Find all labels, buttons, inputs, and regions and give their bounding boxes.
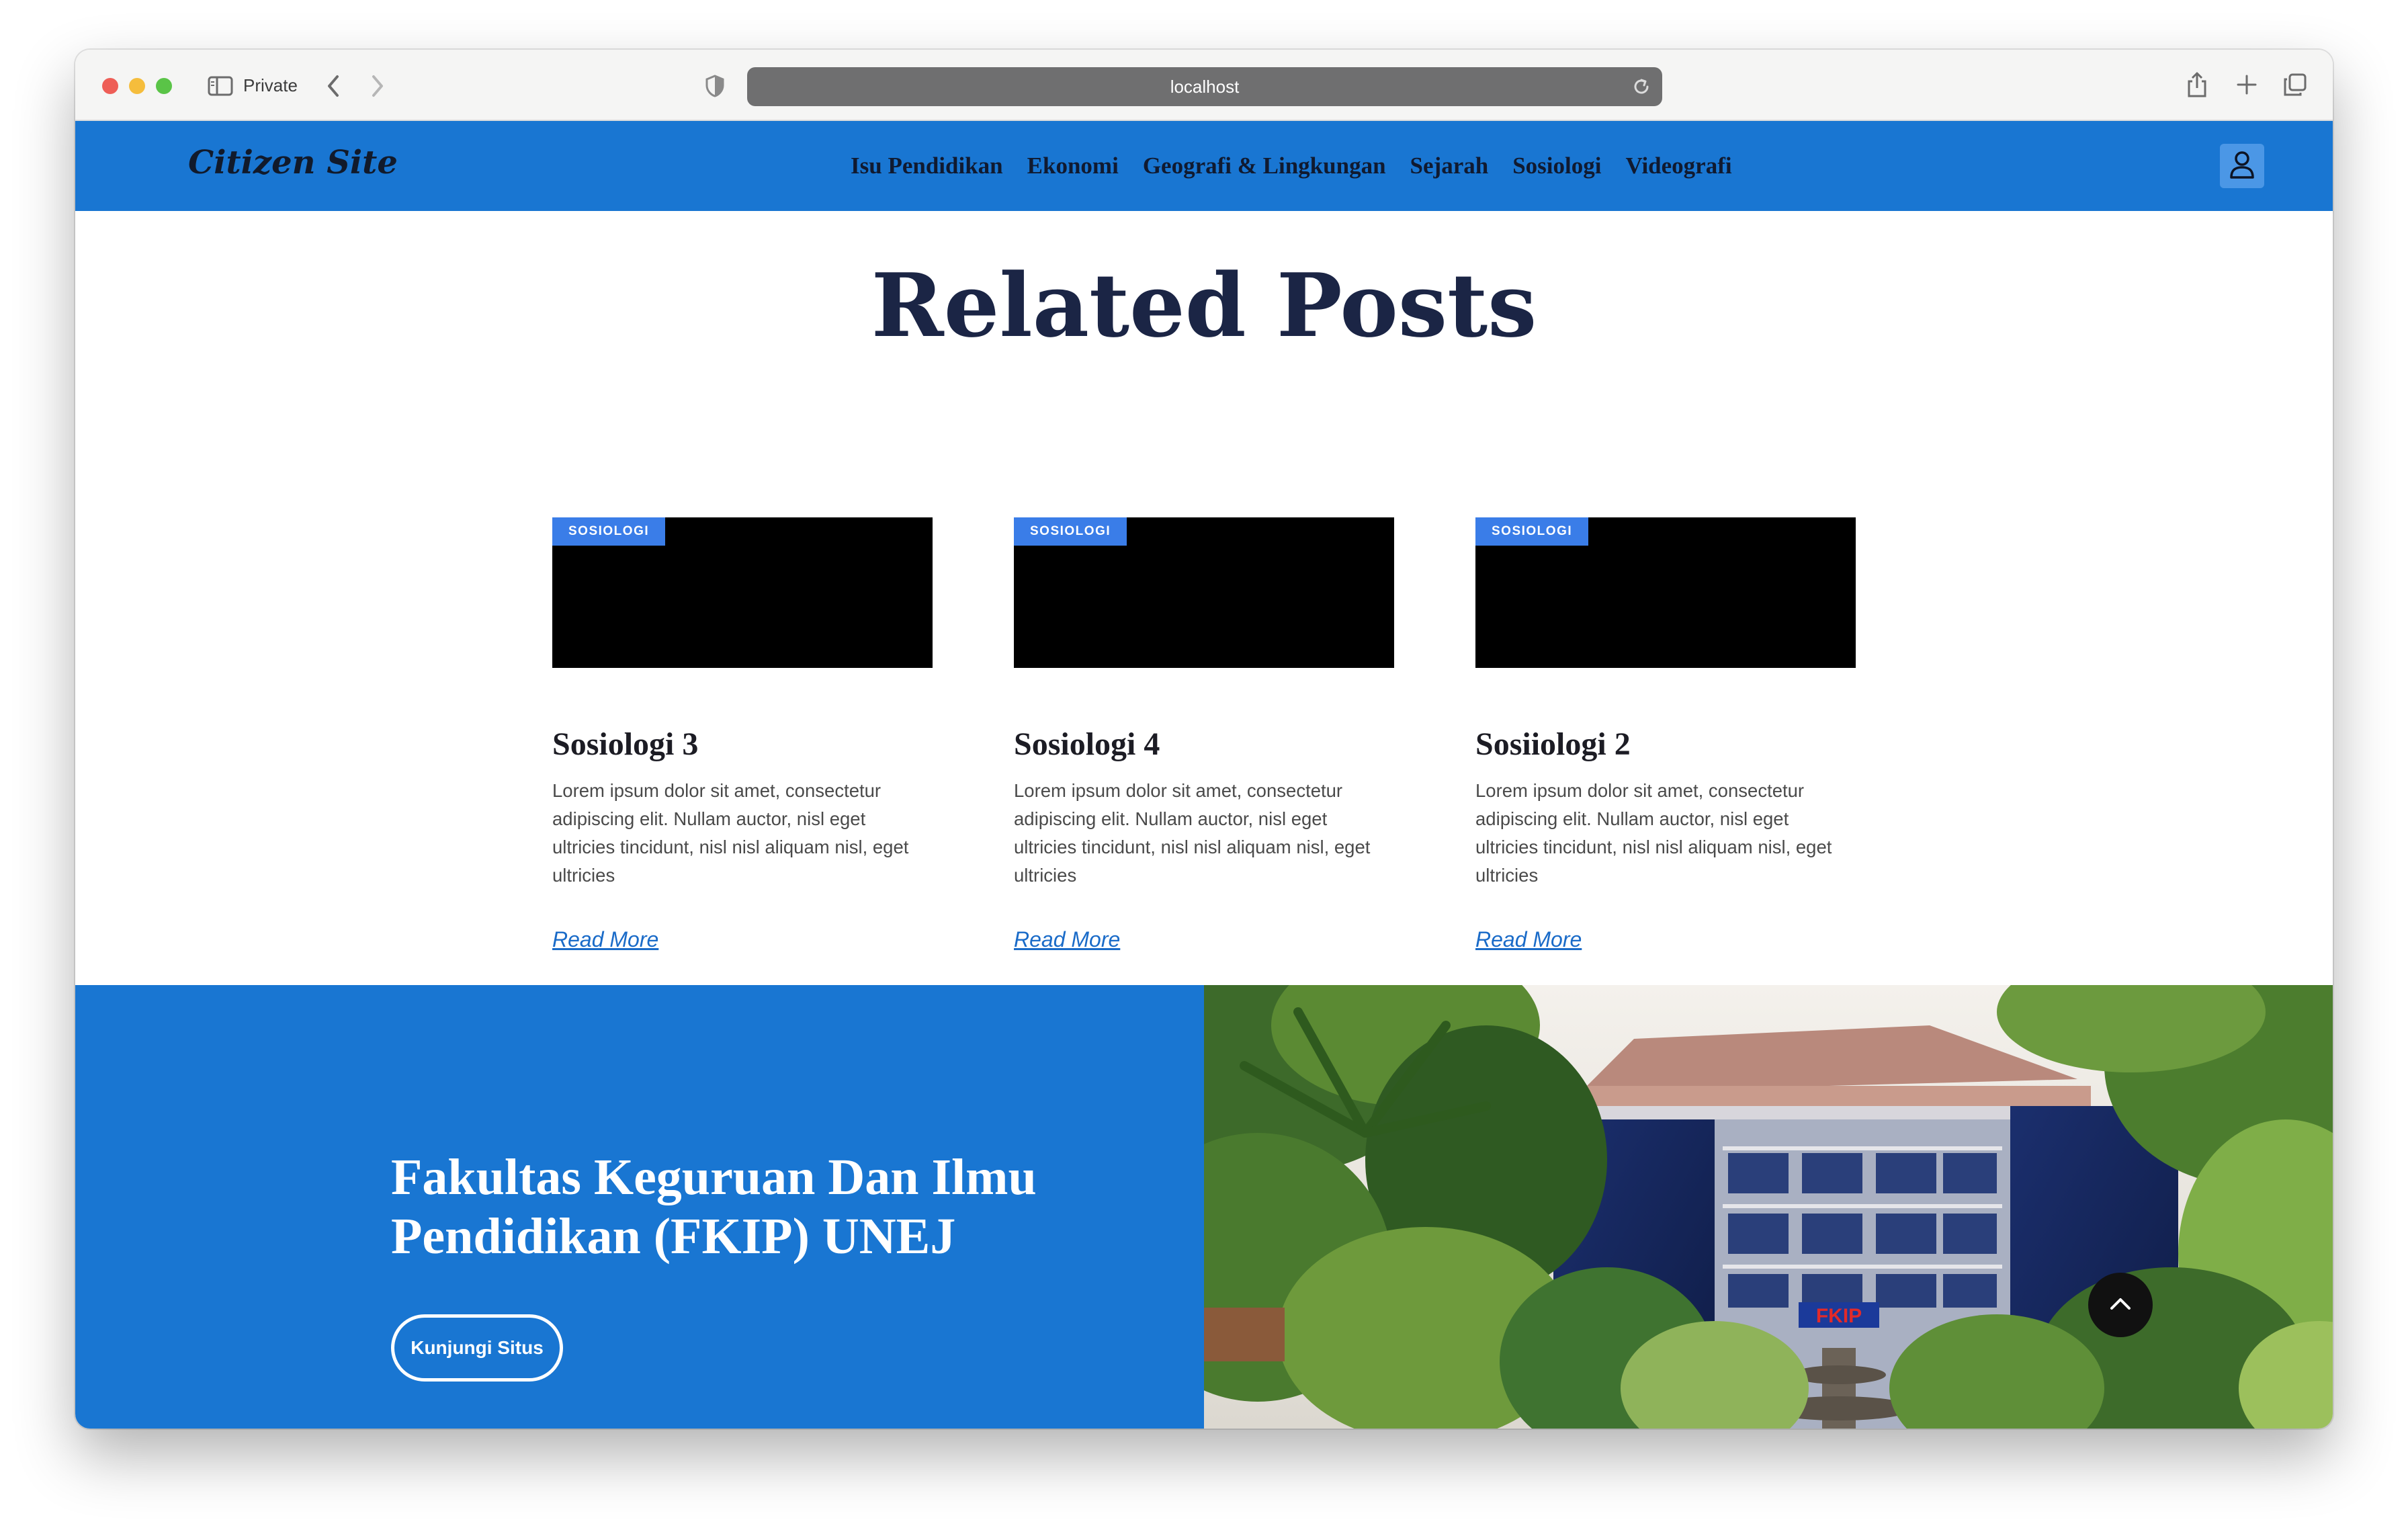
nav-isu-pendidikan[interactable]: Isu Pendidikan: [851, 151, 1003, 181]
minimize-window-button[interactable]: [129, 78, 145, 94]
related-posts-title: Related Posts: [871, 254, 1537, 357]
post-excerpt: Lorem ipsum dolor sit amet, consectetur …: [552, 780, 909, 886]
main-nav: Isu Pendidikan Ekonomi Geografi & Lingku…: [851, 151, 1732, 181]
banner-text-panel: Fakultas Keguruan Dan Ilmu Pendidikan (F…: [75, 985, 1204, 1429]
post-title[interactable]: Sosiologi 3: [552, 726, 698, 763]
browser-toolbar: Private localhost: [75, 50, 2333, 121]
read-more-link[interactable]: Read More: [1014, 927, 1120, 952]
private-label: Private: [243, 75, 298, 95]
post-excerpt: Lorem ipsum dolor sit amet, consectetur …: [1475, 780, 1832, 886]
banner-heading: Fakultas Keguruan Dan Ilmu Pendidikan (F…: [391, 1149, 1037, 1265]
nav-ekonomi[interactable]: Ekonomi: [1027, 151, 1119, 181]
site-header: Citizen Site Isu Pendidikan Ekonomi Geog…: [75, 121, 2333, 211]
nav-sosiologi[interactable]: Sosiologi: [1512, 151, 1601, 181]
read-more-link[interactable]: Read More: [552, 927, 658, 952]
fkip-sign-text: FKIP: [1816, 1305, 1862, 1327]
address-bar[interactable]: localhost: [747, 67, 1662, 106]
chevron-up-icon: [2109, 1296, 2132, 1314]
post-excerpt: Lorem ipsum dolor sit amet, consectetur …: [1014, 780, 1371, 886]
post-title[interactable]: Sosiiologi 2: [1475, 726, 1631, 763]
read-more-link[interactable]: Read More: [1475, 927, 1582, 952]
post-title[interactable]: Sosiologi 4: [1014, 726, 1160, 763]
fkip-banner: Fakultas Keguruan Dan Ilmu Pendidikan (F…: [75, 985, 2333, 1429]
post-card: SOSIOLOGI Sosiologi 4 Lorem ipsum dolor …: [1014, 517, 1394, 951]
forward-icon[interactable]: [364, 70, 391, 102]
user-account-button[interactable]: [2220, 144, 2264, 188]
user-icon: [2229, 151, 2255, 182]
post-thumbnail[interactable]: SOSIOLOGI: [1014, 517, 1394, 668]
close-window-button[interactable]: [102, 78, 118, 94]
reload-icon[interactable]: [1631, 77, 1651, 97]
category-badge[interactable]: SOSIOLOGI: [1014, 517, 1127, 546]
nav-geografi-lingkungan[interactable]: Geografi & Lingkungan: [1143, 151, 1386, 181]
tab-overview-icon[interactable]: [2280, 70, 2310, 99]
shield-icon[interactable]: [701, 71, 728, 101]
nav-sejarah[interactable]: Sejarah: [1410, 151, 1489, 181]
zoom-window-button[interactable]: [156, 78, 172, 94]
new-tab-icon[interactable]: [2232, 70, 2262, 99]
campus-photo: FKIP: [1204, 985, 2333, 1429]
back-icon[interactable]: [320, 70, 347, 102]
share-icon[interactable]: [2182, 69, 2212, 101]
sidebar-icon[interactable]: [207, 74, 234, 98]
scroll-to-top-button[interactable]: [2088, 1273, 2153, 1337]
nav-videografi[interactable]: Videografi: [1625, 151, 1731, 181]
post-thumbnail[interactable]: SOSIOLOGI: [552, 517, 933, 668]
url-text: localhost: [1170, 77, 1240, 97]
post-card: SOSIOLOGI Sosiiologi 2 Lorem ipsum dolor…: [1475, 517, 1856, 951]
site-logo[interactable]: Citizen Site: [188, 144, 398, 181]
category-badge[interactable]: SOSIOLOGI: [552, 517, 666, 546]
post-card: SOSIOLOGI Sosiologi 3 Lorem ipsum dolor …: [552, 517, 933, 951]
browser-window: Private localhost Citizen Site Isu Pendi…: [75, 50, 2333, 1429]
post-thumbnail[interactable]: SOSIOLOGI: [1475, 517, 1856, 668]
visit-site-button[interactable]: Kunjungi Situs: [391, 1314, 563, 1382]
category-badge[interactable]: SOSIOLOGI: [1475, 517, 1589, 546]
